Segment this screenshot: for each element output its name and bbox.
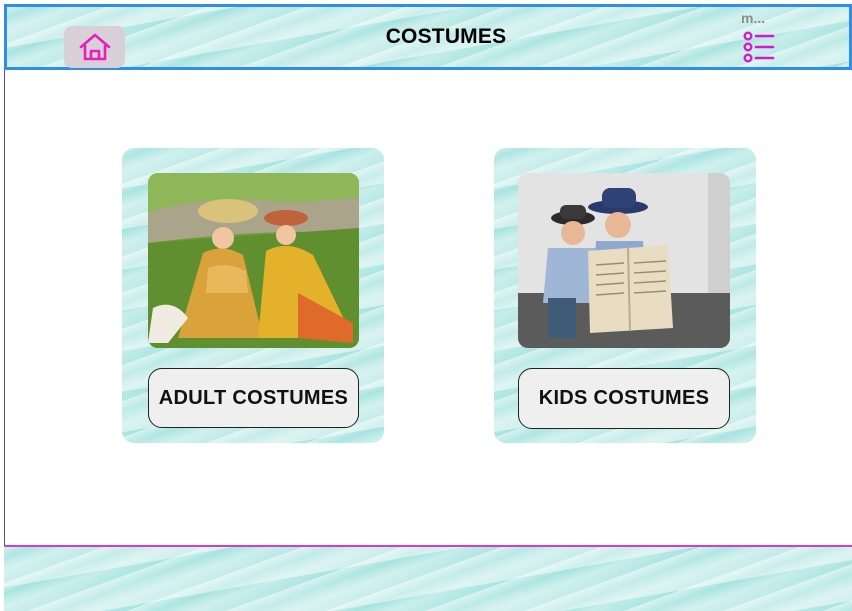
adult-costumes-photo-art — [148, 173, 359, 348]
bottom-bar — [4, 545, 852, 611]
adult-costumes-card[interactable]: ADULT COSTUMES — [122, 148, 384, 443]
adult-costumes-photo[interactable] — [148, 173, 359, 348]
kids-costumes-photo[interactable] — [518, 173, 730, 348]
kids-costumes-card[interactable]: KIDS COSTUMES — [494, 148, 756, 443]
menu-button[interactable] — [743, 31, 775, 63]
list-menu-icon — [743, 31, 775, 63]
adult-costumes-button[interactable]: ADULT COSTUMES — [148, 368, 359, 428]
kids-costumes-photo-art — [518, 173, 730, 348]
kids-costumes-button[interactable]: KIDS COSTUMES — [518, 368, 730, 429]
page-title: COSTUMES — [385, 25, 507, 48]
menu-label: m... — [741, 10, 766, 26]
top-bar: COSTUMES m... — [4, 4, 852, 70]
